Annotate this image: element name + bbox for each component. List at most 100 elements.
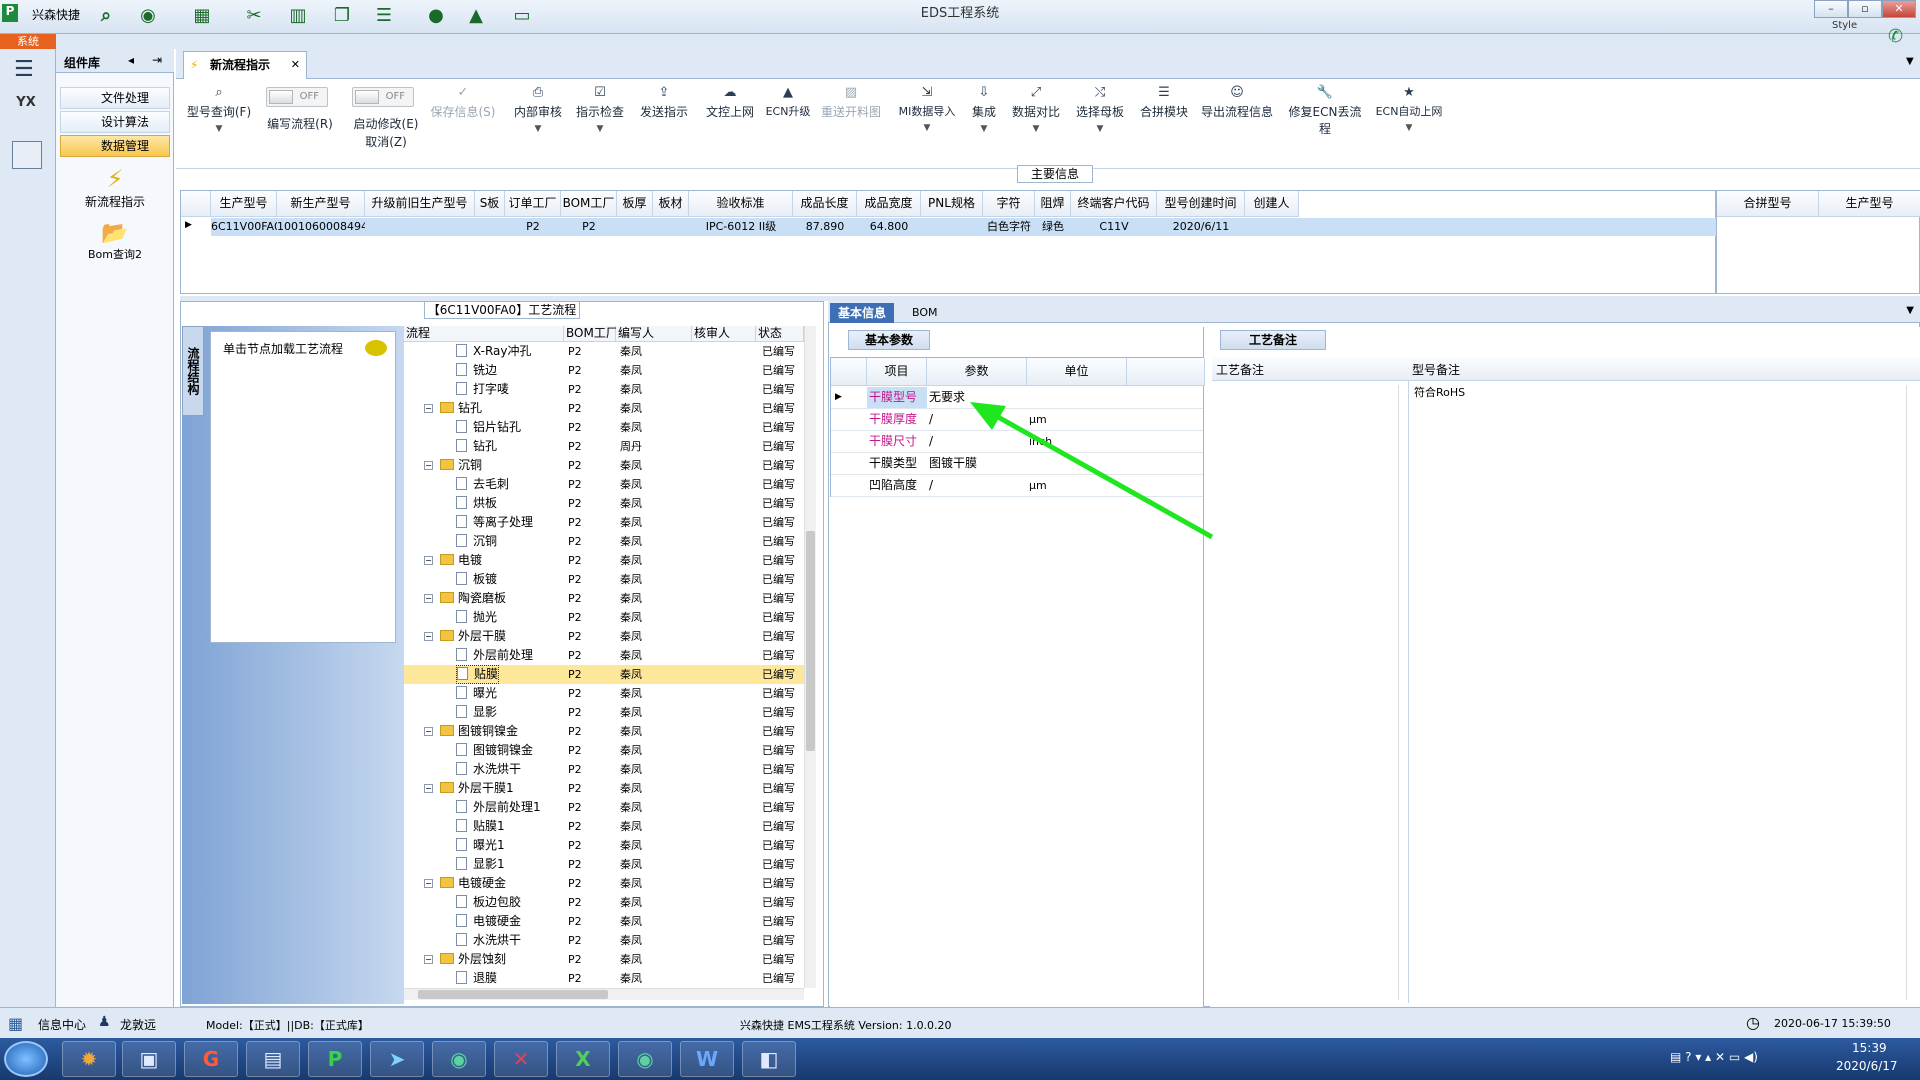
column-header[interactable] — [1127, 358, 1205, 386]
column-header[interactable]: 阻焊 — [1035, 191, 1071, 217]
column-header[interactable]: 项目 — [867, 358, 927, 386]
bom-query-item[interactable]: 📂 Bom查询2 — [56, 221, 174, 262]
tree-node[interactable]: 抛光 — [456, 608, 497, 627]
tree-row[interactable]: X-Ray冲孔 P2 秦凤 已编写 — [404, 342, 804, 361]
taskbar-g-icon[interactable]: G — [184, 1041, 238, 1077]
column-header[interactable]: 单位 — [1027, 358, 1127, 386]
resend-cutting-button[interactable]: ▨ 重送开料图 — [818, 85, 884, 120]
tree-row[interactable]: 铝片钻孔 P2 秦凤 已编写 — [404, 418, 804, 437]
tab-flow-structure[interactable]: 流程结构 — [182, 326, 204, 416]
ecn-auto-online-button[interactable]: ★ ECN自动上网 ▼ — [1372, 85, 1446, 133]
tab-basic-params[interactable]: 基本参数 — [848, 330, 930, 350]
column-header[interactable]: 合拼型号 — [1717, 191, 1819, 217]
tree-row[interactable]: 沉铜 P2 秦凤 已编写 — [404, 532, 804, 551]
tree-row[interactable]: 显影 P2 秦凤 已编写 — [404, 703, 804, 722]
tree-node[interactable]: 显影1 — [456, 855, 505, 874]
tree-row[interactable]: 贴膜1 P2 秦凤 已编写 — [404, 817, 804, 836]
column-header[interactable]: 生产型号 — [211, 191, 277, 217]
column-header[interactable]: S板 — [475, 191, 505, 217]
tree-node[interactable]: 电镀硬金 — [440, 874, 506, 893]
style-menu[interactable]: Style — [1832, 20, 1857, 31]
start-button[interactable] — [4, 1041, 48, 1077]
tree-row[interactable]: 钻孔 P2 周丹 已编写 — [404, 437, 804, 456]
taskbar-window-icon[interactable]: ◧ — [742, 1041, 796, 1077]
tree-node[interactable]: X-Ray冲孔 — [456, 342, 531, 361]
new-flow-item[interactable]: ⚡ 新流程指示 — [56, 165, 174, 210]
tree-node[interactable]: 钻孔 — [456, 437, 497, 456]
taskbar-app-1[interactable]: ✹ — [62, 1041, 116, 1077]
tab-bom[interactable]: BOM — [904, 303, 946, 323]
chevron-down-icon[interactable]: ▼ — [1906, 305, 1914, 316]
column-header[interactable]: 终端客户代码 — [1071, 191, 1157, 217]
column-header[interactable]: 状态 — [756, 326, 804, 342]
table-cell[interactable]: 87.890 — [793, 218, 857, 236]
table-cell[interactable]: C11V — [1071, 218, 1157, 236]
menu-icon[interactable]: ☰ — [14, 57, 34, 82]
taskbar-p-icon[interactable]: P — [308, 1041, 362, 1077]
collapse-toggle-icon[interactable]: − — [424, 955, 433, 964]
collapse-toggle-icon[interactable]: − — [424, 727, 433, 736]
phone-icon[interactable]: ✆ — [1888, 26, 1903, 47]
tree-row[interactable]: 铣边 P2 秦凤 已编写 — [404, 361, 804, 380]
scroll-thumb[interactable] — [806, 531, 815, 751]
tab-basic-info[interactable]: 基本信息 — [830, 303, 895, 323]
check-instructions-button[interactable]: ☑ 指示检查 ▼ — [570, 85, 630, 134]
tree-node[interactable]: 贴膜 — [456, 665, 500, 684]
tree-row[interactable]: 贴膜 P2 秦凤 已编写 — [404, 665, 804, 684]
tree-row[interactable]: 等离子处理 P2 秦凤 已编写 — [404, 513, 804, 532]
collapse-toggle-icon[interactable]: − — [424, 461, 433, 470]
column-header[interactable]: 验收标准 — [689, 191, 793, 217]
cancel-button[interactable]: 取消(Z) — [356, 133, 416, 150]
tree-node[interactable]: 沉铜 — [456, 532, 497, 551]
internal-review-button[interactable]: ⎙ 内部审核 ▼ — [510, 85, 566, 134]
tab-process-notes[interactable]: 工艺备注 — [1220, 330, 1326, 350]
column-header[interactable]: BOM工厂 — [564, 326, 618, 342]
table-cell[interactable]: 绿色 — [1035, 218, 1071, 236]
column-header[interactable]: 型号创建时间 — [1157, 191, 1245, 217]
tree-row[interactable]: − 陶瓷磨板 P2 秦凤 已编写 — [404, 589, 804, 608]
merge-module-button[interactable]: ☰ 合拼模块 — [1134, 85, 1194, 120]
collapse-toggle-icon[interactable]: − — [424, 594, 433, 603]
sidebar-item-data[interactable]: 数据管理 — [60, 135, 170, 157]
column-header[interactable] — [831, 358, 867, 386]
yx-icon[interactable]: YX — [10, 95, 42, 127]
table-cell[interactable]: 10010600084943 — [277, 218, 365, 236]
column-header[interactable]: 流程 — [404, 326, 564, 342]
column-header[interactable]: 新生产型号 — [277, 191, 365, 217]
taskbar-bird-icon[interactable]: ➤ — [370, 1041, 424, 1077]
column-header[interactable]: 编写人 — [616, 326, 692, 342]
taskbar-eye2-icon[interactable]: ◉ — [618, 1041, 672, 1077]
tree-row[interactable]: 板边包胶 P2 秦凤 已编写 — [404, 893, 804, 912]
mi-import-button[interactable]: ⇲ MI数据导入 ▼ — [892, 85, 962, 133]
tree-node[interactable]: 图镀铜镍金 — [456, 741, 533, 760]
tree-row[interactable]: 板镀 P2 秦凤 已编写 — [404, 570, 804, 589]
tree-node[interactable]: 烘板 — [456, 494, 497, 513]
tree-node[interactable]: 板镀 — [456, 570, 497, 589]
sidebar-item-algorithm[interactable]: 设计算法 — [60, 111, 170, 133]
minimize-button[interactable]: – — [1814, 0, 1848, 18]
column-header[interactable]: PNL规格 — [921, 191, 983, 217]
table-cell[interactable]: 6C11V00FA0 — [211, 218, 277, 236]
process-tree[interactable]: 流程 BOM工厂 编写人 核审人 状态 X-Ray冲孔 P2 秦凤 已编写 铣边 P2 秦凤 已编写 打字… — [404, 326, 818, 1002]
tree-node[interactable]: 沉铜 — [440, 456, 482, 475]
taskbar-notepad-icon[interactable]: ▤ — [246, 1041, 300, 1077]
tree-row[interactable]: 外层前处理1 P2 秦凤 已编写 — [404, 798, 804, 817]
system-menu[interactable]: 系统 — [0, 34, 56, 49]
table-cell[interactable]: 64.800 — [857, 218, 921, 236]
model-query-button[interactable]: ⌕ 型号查询(F) ▼ — [184, 85, 254, 134]
scroll-thumb[interactable] — [418, 990, 608, 999]
tree-row[interactable]: 水洗烘干 P2 秦凤 已编写 — [404, 931, 804, 950]
tree-row[interactable]: − 外层蚀刻 P2 秦凤 已编写 — [404, 950, 804, 969]
collapse-toggle-icon[interactable]: − — [424, 784, 433, 793]
send-instructions-button[interactable]: ⇪ 发送指示 — [634, 85, 694, 120]
column-header[interactable]: 订单工厂 — [505, 191, 561, 217]
tree-row[interactable]: 去毛刺 P2 秦凤 已编写 — [404, 475, 804, 494]
tree-row[interactable]: − 电镀硬金 P2 秦凤 已编写 — [404, 874, 804, 893]
tab-close-icon[interactable]: ✕ — [291, 52, 300, 78]
table-cell[interactable]: IPC-6012 II级 — [689, 218, 793, 236]
column-header[interactable]: 生产型号 — [1819, 191, 1920, 217]
notes-scrollbar[interactable] — [1398, 385, 1407, 1000]
tree-node[interactable]: 铝片钻孔 — [456, 418, 521, 437]
tree-node[interactable]: 退膜 — [456, 969, 497, 988]
tree-node[interactable]: 钻孔 — [440, 399, 482, 418]
